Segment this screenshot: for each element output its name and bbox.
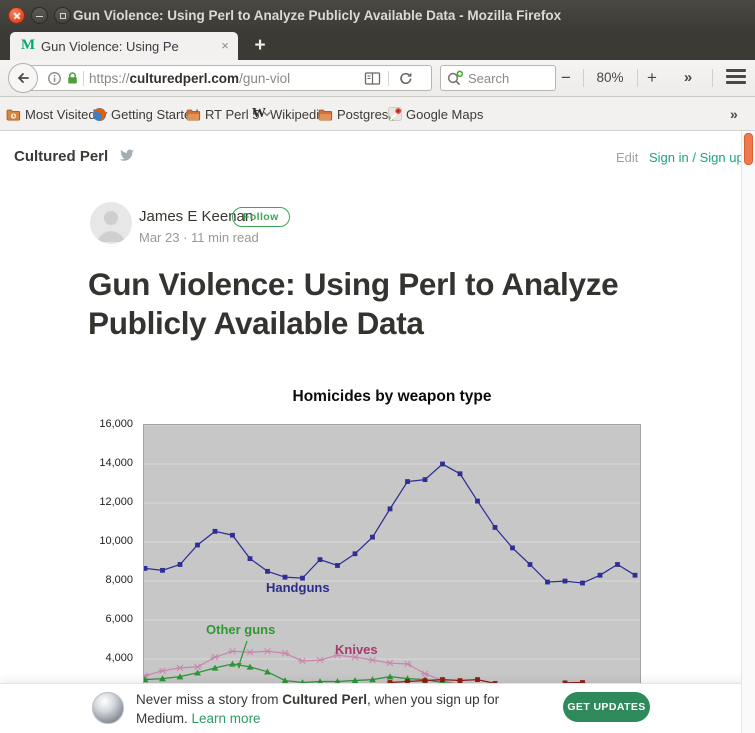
y-axis-tick-label: 8,000 [105,574,133,586]
learn-more-link[interactable]: Learn more [192,711,261,726]
page-content: Cultured Perl Edit Sign in / Sign up Jam… [0,131,755,683]
edit-link[interactable]: Edit [616,150,638,165]
banner-line2: Medium. Learn more [136,709,499,728]
url-path: /gun-viol [239,71,290,86]
zoom-level[interactable]: 80% [586,65,634,91]
folder-icon [6,108,21,121]
bookmark-wikipedia[interactable]: W Wikipedia [252,104,326,124]
zoom-in-button[interactable]: + [640,65,664,91]
back-arrow-icon [15,70,31,86]
firefox-icon [92,107,107,122]
banner-line1: Never miss a story from Cultured Perl, w… [136,690,499,709]
y-axis-tick-label: 10,000 [99,535,133,547]
tab-bar: M Gun Violence: Using Pe × + [0,32,755,60]
tab-label-fade [186,34,216,58]
google-maps-icon [388,107,402,121]
url-scheme: https:// [89,71,130,86]
search-icon [446,70,465,88]
reading-list-icon[interactable] [364,71,381,91]
search-bar[interactable] [440,65,556,91]
bookmark-google-maps[interactable]: Google Maps [388,104,483,124]
toolbar-divider2 [637,69,638,87]
url-bar[interactable]: https://culturedperl.com/gun-viol [23,65,432,91]
person-icon [90,202,132,244]
window-close-button[interactable] [8,7,25,24]
tab-close-icon[interactable]: × [218,38,232,53]
banner-publication: Cultured Perl [282,692,367,707]
reload-icon[interactable] [398,71,414,91]
zoom-out-button[interactable]: − [554,65,578,91]
new-tab-button[interactable]: + [246,34,274,58]
get-updates-button[interactable]: GET UPDATES [563,692,650,722]
folder-icon [186,108,201,121]
twitter-icon[interactable] [117,146,136,168]
hamburger-icon [726,69,746,72]
url-fade [319,68,361,89]
y-axis-tick-label: 12,000 [99,496,133,508]
page-info-icon[interactable] [47,71,62,91]
back-button[interactable] [8,63,38,93]
y-axis-tick-label: 14,000 [99,457,133,469]
toolbar-divider3 [712,69,713,87]
article-title-line1: Gun Violence: Using Perl to Analyze [88,265,678,304]
publication-avatar [92,692,124,724]
subscribe-banner: Never miss a story from Cultured Perl, w… [0,683,755,733]
url-divider [83,71,84,86]
wikipedia-w-icon: W [252,106,266,122]
window-minimize-button[interactable] [31,7,48,24]
follow-button[interactable]: Follow [232,207,290,227]
window-title: Gun Violence: Using Perl to Analyze Publ… [73,0,561,32]
window-maximize-button[interactable] [54,7,71,24]
banner-text: Never miss a story from Cultured Perl, w… [136,690,499,728]
series-label: Other guns [206,622,275,637]
article-title-line2: Publicly Available Data [88,304,678,343]
folder-icon [318,108,333,121]
series-label: Handguns [266,580,330,595]
url-domain: culturedperl.com [130,71,240,86]
menu-button[interactable] [722,67,750,89]
medium-logo-icon: M [21,37,35,54]
signin-link[interactable]: Sign in / Sign up [649,150,744,165]
y-axis-tick-label: 6,000 [105,613,133,625]
toolbar-overflow-button[interactable]: » [674,65,702,91]
search-input[interactable] [468,69,552,87]
minimize-icon [36,16,43,18]
bookmark-label: Postgres [337,107,388,122]
y-axis-tick-label: 16,000 [99,418,133,430]
site-name[interactable]: Cultured Perl [14,148,108,165]
url-divider2 [388,71,389,86]
chart-svg [144,425,640,683]
window-titlebar[interactable]: Gun Violence: Using Perl to Analyze Publ… [0,0,755,32]
author-avatar[interactable] [90,202,132,244]
browser-tab[interactable]: M Gun Violence: Using Pe × [10,32,238,60]
author-meta: Mar 23 · 11 min read [139,230,259,245]
maximize-icon [60,13,66,19]
bookmarks-bar: Most Visited Getting Started RT Perl 5 W [0,97,755,131]
chart-ylabels: 16,00014,00012,00010,0008,0006,0004,000 [88,424,138,683]
bookmarks-overflow-button[interactable]: » [730,104,738,124]
https-lock-icon[interactable] [65,71,80,91]
chart-plot: Handguns Other guns Knives [143,424,641,683]
navigation-toolbar: https://culturedperl.com/gun-viol [0,60,755,97]
bookmark-label: Most Visited [25,107,96,122]
chart-title: Homicides by weapon type [143,388,641,406]
series-label: Knives [335,642,378,657]
y-axis-tick-label: 4,000 [105,652,133,664]
firefox-window: Gun Violence: Using Perl to Analyze Publ… [0,0,755,733]
article-title: Gun Violence: Using Perl to Analyze Publ… [88,265,678,343]
bookmark-getting-started[interactable]: Getting Started [92,104,198,124]
page-scrollbar[interactable] [741,131,755,733]
bookmark-label: Google Maps [406,107,483,122]
toolbar-divider [583,69,584,87]
scrollbar-thumb[interactable] [744,133,753,165]
